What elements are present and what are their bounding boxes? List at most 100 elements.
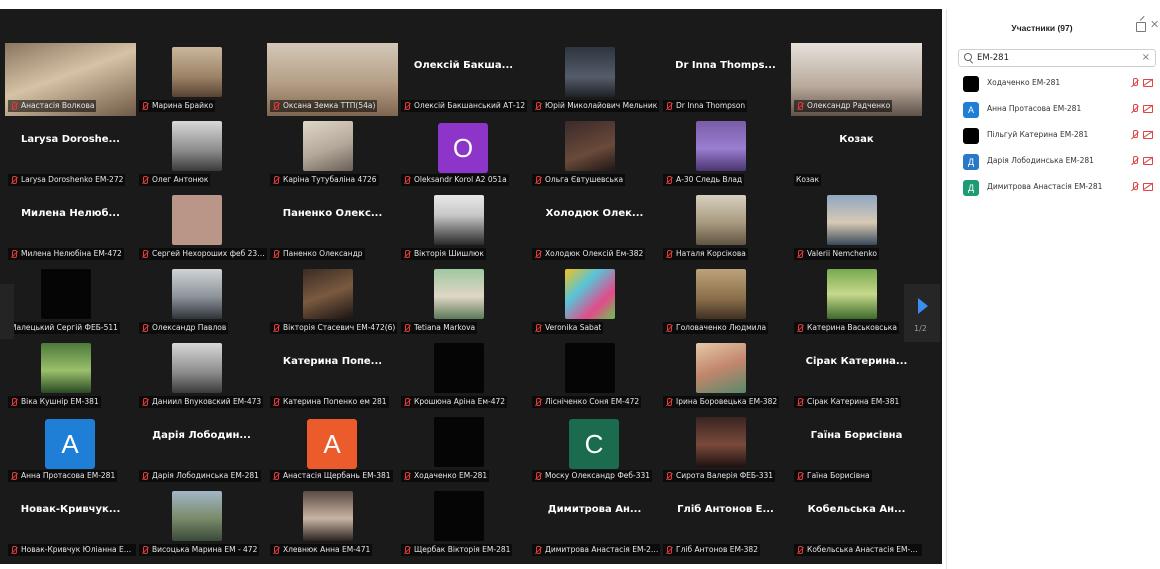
- participant-tile[interactable]: Valerii Nemchenko: [791, 191, 922, 264]
- participant-tile[interactable]: C Моску Олександр Феб-331: [529, 413, 660, 486]
- arrow-right-icon: [918, 298, 928, 314]
- muted-mic-icon: [403, 471, 411, 481]
- participant-tile[interactable]: Олег Антонюк: [136, 117, 267, 190]
- participant-row[interactable]: А Анна Протасова ЕМ-281: [947, 98, 1160, 122]
- participant-tile[interactable]: Крошюна Аріна Ем-472: [398, 339, 529, 412]
- participants-panel: Участники (97) ✕ × Ходаченко ЕМ-281 А Анна…: [946, 9, 1160, 569]
- participant-photo: [303, 491, 353, 541]
- close-icon[interactable]: ✕: [1150, 19, 1160, 31]
- participant-tile[interactable]: Наталя Корсікова: [660, 191, 791, 264]
- participant-tile[interactable]: Хлевнюк Анна ЕМ-471: [267, 487, 398, 560]
- participant-tile[interactable]: Козак Козак: [791, 117, 922, 190]
- video-off-icon[interactable]: [1143, 131, 1153, 139]
- participant-name: Крошюна Аріна Ем-472: [414, 397, 506, 406]
- participant-name-label: Висоцька Марина ЕМ - 472: [139, 544, 260, 556]
- participant-tile[interactable]: Dr Inna Thomps... Dr Inna Thompson: [660, 43, 791, 116]
- participant-tile[interactable]: Каріна Тутубаліна 4726: [267, 117, 398, 190]
- participant-tile[interactable]: Щербак Вікторія ЕМ-281: [398, 487, 529, 560]
- video-off-icon[interactable]: [1143, 183, 1153, 191]
- participant-tile[interactable]: Сірак Катерина... Сірак Катерина ЕМ-381: [791, 339, 922, 412]
- muted-mic-icon[interactable]: [1130, 182, 1140, 192]
- participant-row[interactable]: Д Димитрова Анастасія ЕМ-281: [947, 176, 1160, 200]
- muted-mic-icon[interactable]: [1130, 130, 1140, 140]
- participant-tile[interactable]: Холодюк Олек... Холодюк Олексій Ем-382: [529, 191, 660, 264]
- muted-mic-icon: [272, 249, 280, 259]
- participant-tile[interactable]: Дарія Лободин... Дарія Лободинська ЕМ-281: [136, 413, 267, 486]
- participant-tile[interactable]: Олександр Радченко: [791, 43, 922, 116]
- video-off-icon[interactable]: [1143, 105, 1153, 113]
- participant-tile[interactable]: А-30 Следь Влад: [660, 117, 791, 190]
- clear-search-icon[interactable]: ×: [1142, 51, 1150, 65]
- participant-tile[interactable]: Ольга Євтушевська: [529, 117, 660, 190]
- muted-mic-icon: [403, 101, 411, 111]
- participant-tile[interactable]: Висоцька Марина ЕМ - 472: [136, 487, 267, 560]
- participant-tile[interactable]: Larysa Doroshe... Larysa Doroshenko ЕМ-27…: [5, 117, 136, 190]
- participant-tile[interactable]: Ірина Боровецька ЕМ-382: [660, 339, 791, 412]
- participant-name-label: Гліб Антонов ЕМ-382: [663, 544, 760, 556]
- participant-tile[interactable]: Малецький Сергій ФЕБ-511: [5, 265, 136, 338]
- participant-tile[interactable]: Катерина Попе... Катерина Попенко ем 281: [267, 339, 398, 412]
- participant-tile[interactable]: Кобельська Ан... Кобельська Анастасія ЕМ-…: [791, 487, 922, 560]
- participant-tile[interactable]: Даниил Вnуковский ЕМ-473: [136, 339, 267, 412]
- muted-mic-icon: [534, 175, 542, 185]
- muted-mic-icon[interactable]: [1130, 78, 1140, 88]
- participant-name-label: Новак-Кривчук Юліанна ЕМ-...: [8, 544, 136, 556]
- participant-tile[interactable]: Олексій Бакша... Олексій Бакшанський АТ-1…: [398, 43, 529, 116]
- muted-mic-icon: [665, 545, 673, 555]
- participant-row[interactable]: Ходаченко ЕМ-281: [947, 72, 1160, 96]
- participant-tile[interactable]: Катерина Васьковська: [791, 265, 922, 338]
- muted-mic-icon: [141, 545, 149, 555]
- participant-search[interactable]: ×: [958, 49, 1156, 67]
- participant-name: Хлевнюк Анна ЕМ-471: [283, 545, 371, 554]
- muted-mic-icon: [534, 249, 542, 259]
- participant-tile[interactable]: Tetiana Markova: [398, 265, 529, 338]
- video-off-icon[interactable]: [1143, 79, 1153, 87]
- popout-icon[interactable]: [1136, 22, 1146, 32]
- participant-name-label: Кобельська Анастасія ЕМ-471: [794, 544, 922, 556]
- participant-tile[interactable]: Віка Кушнір ЕМ-381: [5, 339, 136, 412]
- participant-tile[interactable]: Оксана Земка ТТП(54а): [267, 43, 398, 116]
- participant-photo: [172, 195, 222, 245]
- muted-mic-icon[interactable]: [1130, 104, 1140, 114]
- participant-display-name: Милена Нелюб...: [21, 208, 120, 219]
- participant-name-label: Сергей Нехороших феб 231а: [139, 248, 267, 260]
- participant-tile[interactable]: Новак-Кривчук... Новак-Кривчук Юліанна ЕМ…: [5, 487, 136, 560]
- participant-tile[interactable]: Анастасія Волкова: [5, 43, 136, 116]
- search-input[interactable]: [977, 52, 1127, 64]
- participant-tile[interactable]: Юрій Миколайович Мельник: [529, 43, 660, 116]
- participant-name-label: Ольга Євтушевська: [532, 174, 626, 186]
- participant-tile[interactable]: Милена Нелюб... Милена Нелюбіна ЕМ-472: [5, 191, 136, 264]
- participant-name: Димитрова Анастасія ЕМ-281: [545, 545, 659, 554]
- participant-row[interactable]: Пільгуй Катерина ЕМ-281: [947, 124, 1160, 148]
- participant-tile[interactable]: Ходаченко ЕМ-281: [398, 413, 529, 486]
- participant-initial-avatar: C: [569, 419, 619, 469]
- participant-tile[interactable]: Сирота Валерія ФЕБ-331: [660, 413, 791, 486]
- participant-name: Dr Inna Thompson: [676, 101, 746, 110]
- participant-tile[interactable]: Гаїна Борисівна Гаїна Борисівна: [791, 413, 922, 486]
- participant-tile[interactable]: Veronika Sabat: [529, 265, 660, 338]
- participant-tile[interactable]: Вікторія Шишлюк: [398, 191, 529, 264]
- participant-tile[interactable]: Димитрова Ан... Димитрова Анастасія ЕМ-28…: [529, 487, 660, 560]
- next-page-button[interactable]: 1/2: [904, 284, 940, 342]
- video-off-icon[interactable]: [1143, 157, 1153, 165]
- participant-name: Valerii Nemchenko: [807, 249, 877, 258]
- participant-tile[interactable]: Лісніченко Соня ЕМ-472: [529, 339, 660, 412]
- participant-tile[interactable]: Головаченко Людмила: [660, 265, 791, 338]
- participant-tile[interactable]: O Oleksandr Korol А2 051а: [398, 117, 529, 190]
- participant-row-name: Дарія Лободинська ЕМ-281: [987, 156, 1094, 165]
- muted-mic-icon[interactable]: [1130, 156, 1140, 166]
- previous-page-button[interactable]: [0, 284, 14, 339]
- page-indicator: 1/2: [914, 324, 927, 333]
- participant-tile[interactable]: Гліб Антонов Е... Гліб Антонов ЕМ-382: [660, 487, 791, 560]
- participant-tile[interactable]: Сергей Нехороших феб 231а: [136, 191, 267, 264]
- participant-tile[interactable]: Олександр Павлов: [136, 265, 267, 338]
- participant-name: Ірина Боровецька ЕМ-382: [676, 397, 778, 406]
- participant-name-label: Лісніченко Соня ЕМ-472: [532, 396, 642, 408]
- participant-name-label: Катерина Васьковська: [794, 322, 899, 334]
- participant-row[interactable]: Д Дарія Лободинська ЕМ-281: [947, 150, 1160, 174]
- participant-tile[interactable]: A Анна Протасова ЕМ-281: [5, 413, 136, 486]
- participant-tile[interactable]: A Анастасія Щербань ЕМ-381: [267, 413, 398, 486]
- participant-tile[interactable]: Марина Брайко: [136, 43, 267, 116]
- participant-tile[interactable]: Паненко Олекс... Паненко Олександр: [267, 191, 398, 264]
- participant-tile[interactable]: Вікторія Стасевич ЕМ-472(6): [267, 265, 398, 338]
